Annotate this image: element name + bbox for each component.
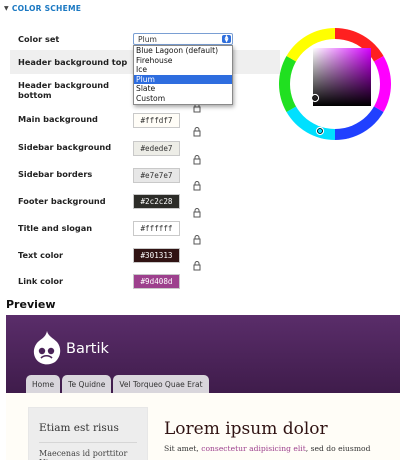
preview-sidebar-title: Etiam est risus [39,422,137,443]
preview-site-name: Bartik [66,341,109,357]
lock-icon[interactable] [193,127,201,137]
color-set-option-selected[interactable]: Plum [134,74,232,85]
preview-sidebar: Etiam est risus Maecenas id porttitor Ut [28,407,148,460]
lock-icon[interactable] [193,235,201,245]
select-arrows-icon: ▲ ▼ [222,35,231,44]
field-label: Title and slogan [18,223,93,233]
preview-tab-vel-torqueo[interactable]: Vel Torqueo Quae Erat [113,375,209,393]
color-scheme-header[interactable]: ▼ COLOR SCHEME [4,4,81,13]
preview-link[interactable]: consectetur adipisicing elit [201,444,306,453]
field-label: Link color [18,276,64,286]
field-label: Sidebar background [18,142,112,152]
color-set-option[interactable]: Blue Lagoon (default) [134,46,232,56]
drupal-logo-icon [33,331,61,365]
lock-icon[interactable] [193,181,201,191]
field-label: Main background [18,114,98,124]
preview-tab-te-quidne[interactable]: Te Quidne [62,375,112,393]
color-swatch-input[interactable]: #301313 [133,248,180,263]
field-label: Sidebar borders [18,169,93,179]
color-set-option[interactable]: Firehouse [134,56,232,66]
preview-panel: Bartik Home Te Quidne Vel Torqueo Quae E… [6,315,400,460]
color-scheme-title: COLOR SCHEME [11,4,82,13]
preview-tab-home[interactable]: Home [26,375,61,393]
field-label: Header background bottom [18,80,109,100]
preview-main-text-start: Sit amet, [164,444,202,453]
color-swatch-input[interactable]: #2c2c28 [133,194,180,209]
color-set-option[interactable]: Slate [134,84,232,94]
color-set-dropdown[interactable]: Blue Lagoon (default) Firehouse Ice Plum… [133,45,233,105]
collapse-triangle-icon: ▼ [4,5,9,12]
preview-main-text: Sit amet, consectetur adipisicing elit, … [164,443,400,454]
color-set-selected-value: Plum [138,34,157,44]
color-set-option[interactable]: Ice [134,65,232,75]
color-swatch-input[interactable]: #e7e7e7 [133,168,180,183]
lock-icon[interactable] [193,261,201,271]
preview-main-text-end: , sed do eiusmod [305,444,371,453]
saturation-value-square[interactable] [313,48,371,106]
color-swatch-input[interactable]: #fffdf7 [133,113,180,128]
color-set-select[interactable]: Plum ▲ ▼ [133,33,233,45]
preview-header: Bartik Home Te Quidne Vel Torqueo Quae E… [6,315,400,393]
preview-sidebar-text: Maecenas id porttitor Ut [39,449,128,460]
color-set-label: Color set [18,34,60,44]
lock-icon[interactable] [193,208,201,218]
color-set-option[interactable]: Custom [134,94,232,104]
field-label: Header background top [18,57,128,67]
preview-title: Preview [6,298,56,311]
color-swatch-input[interactable]: #9d408d [133,274,180,289]
color-swatch-input[interactable]: #edede7 [133,141,180,156]
preview-tabs: Home Te Quidne Vel Torqueo Quae Erat [26,375,209,393]
field-label: Footer background [18,196,106,206]
color-wheel-picker[interactable] [279,28,391,140]
field-label: Text color [18,250,64,260]
color-swatch-input[interactable]: #ffffff [133,221,180,236]
lock-icon[interactable] [193,155,201,165]
preview-main-title: Lorem ipsum dolor [164,419,328,439]
